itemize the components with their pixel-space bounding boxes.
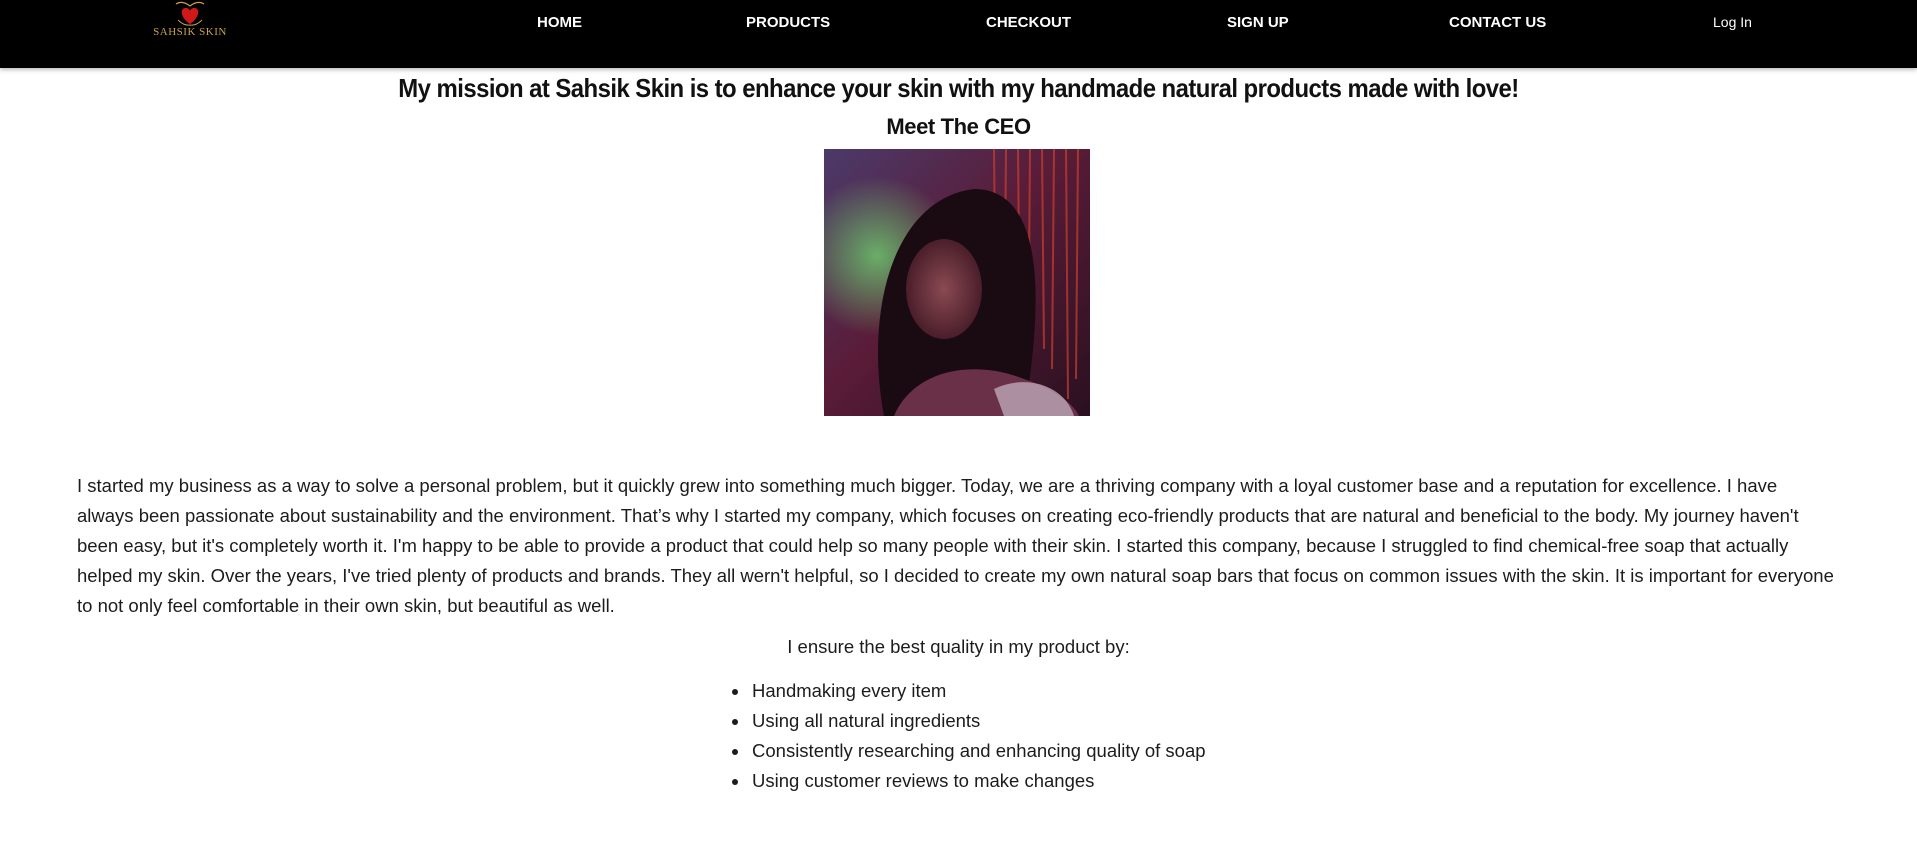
ceo-photo bbox=[824, 149, 1090, 416]
quality-list: Handmaking every item Using all natural … bbox=[730, 676, 1206, 796]
nav-products-link[interactable]: PRODUCTS bbox=[746, 14, 830, 31]
nav-home-link[interactable]: HOME bbox=[537, 14, 582, 31]
top-navigation-bar: SAHSIK SKIN HOME PRODUCTS CHECKOUT SIGN … bbox=[0, 0, 1917, 68]
login-link[interactable]: Log In bbox=[1713, 14, 1752, 30]
brand-logo[interactable]: SAHSIK SKIN bbox=[140, 0, 240, 44]
list-item: Using customer reviews to make changes bbox=[750, 766, 1206, 796]
heart-logo-icon bbox=[175, 1, 205, 26]
list-item: Consistently researching and enhancing q… bbox=[750, 736, 1206, 766]
ceo-portrait-image bbox=[824, 149, 1090, 416]
nav-signup-link[interactable]: SIGN UP bbox=[1227, 14, 1289, 31]
nav-checkout-link[interactable]: CHECKOUT bbox=[986, 14, 1071, 31]
nav-contact-link[interactable]: CONTACT US bbox=[1449, 14, 1546, 31]
mission-heading: My mission at Sahsik Skin is to enhance … bbox=[398, 73, 1519, 103]
list-item: Using all natural ingredients bbox=[750, 706, 1206, 736]
about-paragraph: I started my business as a way to solve … bbox=[77, 475, 1834, 616]
meet-ceo-heading: Meet The CEO bbox=[886, 114, 1031, 139]
list-item: Handmaking every item bbox=[750, 676, 1206, 706]
brand-name: SAHSIK SKIN bbox=[153, 26, 227, 38]
quality-intro-text: I ensure the best quality in my product … bbox=[787, 636, 1130, 657]
